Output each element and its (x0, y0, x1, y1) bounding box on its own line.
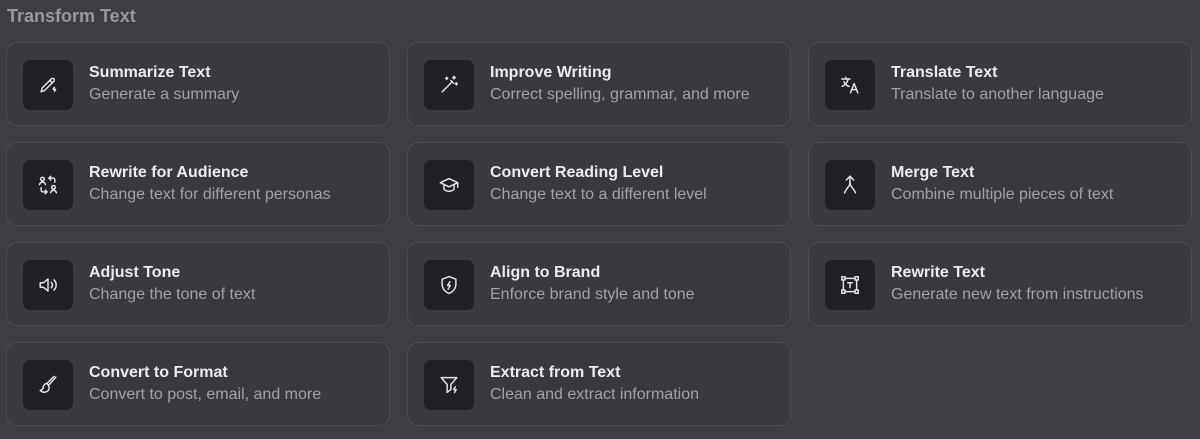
transform-card-grid: Summarize Text Generate a summary Improv… (6, 42, 1192, 426)
magic-wand-icon (424, 60, 474, 110)
card-rewrite-for-audience[interactable]: Rewrite for Audience Change text for dif… (6, 142, 390, 226)
card-description: Translate to another language (891, 86, 1104, 103)
translate-icon (825, 60, 875, 110)
card-description: Convert to post, email, and more (89, 386, 322, 403)
card-summarize-text[interactable]: Summarize Text Generate a summary (6, 42, 390, 126)
card-title: Extract from Text (490, 364, 621, 381)
card-title: Improve Writing (490, 64, 612, 81)
card-description: Change text for different personas (89, 186, 331, 203)
graduation-cap-icon (424, 160, 474, 210)
section-title: Transform Text (7, 6, 136, 26)
card-title: Convert to Format (89, 364, 228, 381)
card-title: Rewrite Text (891, 264, 985, 281)
text-frame-icon (825, 260, 875, 310)
volume-icon (23, 260, 73, 310)
card-description: Correct spelling, grammar, and more (490, 86, 750, 103)
pencil-sparkle-icon (23, 60, 73, 110)
card-title: Adjust Tone (89, 264, 181, 281)
card-adjust-tone[interactable]: Adjust Tone Change the tone of text (6, 242, 390, 326)
card-description: Clean and extract information (490, 386, 699, 403)
card-extract-from-text[interactable]: Extract from Text Clean and extract info… (407, 342, 791, 426)
card-title: Rewrite for Audience (89, 164, 249, 181)
card-rewrite-text[interactable]: Rewrite Text Generate new text from inst… (808, 242, 1192, 326)
filter-bolt-icon (424, 360, 474, 410)
card-translate-text[interactable]: Translate Text Translate to another lang… (808, 42, 1192, 126)
card-description: Change the tone of text (89, 286, 256, 303)
shield-bolt-icon (424, 260, 474, 310)
card-description: Generate a summary (89, 86, 240, 103)
card-convert-reading-level[interactable]: Convert Reading Level Change text to a d… (407, 142, 791, 226)
card-align-to-brand[interactable]: Align to Brand Enforce brand style and t… (407, 242, 791, 326)
card-title: Translate Text (891, 64, 998, 81)
card-description: Generate new text from instructions (891, 286, 1144, 303)
card-convert-to-format[interactable]: Convert to Format Convert to post, email… (6, 342, 390, 426)
paint-brush-icon (23, 360, 73, 410)
swap-users-icon (23, 160, 73, 210)
card-title: Align to Brand (490, 264, 601, 281)
card-merge-text[interactable]: Merge Text Combine multiple pieces of te… (808, 142, 1192, 226)
card-title: Convert Reading Level (490, 164, 664, 181)
card-description: Change text to a different level (490, 186, 707, 203)
merge-arrow-icon (825, 160, 875, 210)
card-description: Enforce brand style and tone (490, 286, 695, 303)
card-title: Merge Text (891, 164, 975, 181)
card-title: Summarize Text (89, 64, 211, 81)
card-description: Combine multiple pieces of text (891, 186, 1114, 203)
card-improve-writing[interactable]: Improve Writing Correct spelling, gramma… (407, 42, 791, 126)
